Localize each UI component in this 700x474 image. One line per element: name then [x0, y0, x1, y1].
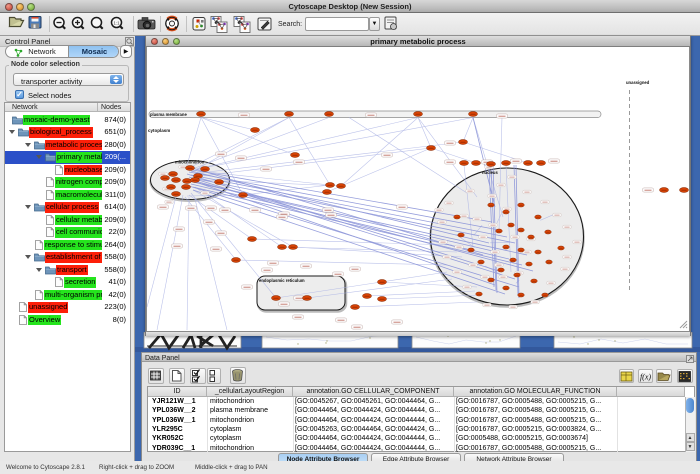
svg-text:nucleus: nucleus [482, 170, 498, 175]
svg-text:f(x): f(x) [640, 373, 651, 382]
svg-text:mitochondrion: mitochondrion [175, 160, 205, 165]
svg-text:plasma membrane: plasma membrane [150, 112, 187, 117]
svg-text:cytoplasm: cytoplasm [148, 128, 170, 133]
svg-text:unassigned: unassigned [626, 80, 650, 85]
svg-text:1:1: 1:1 [114, 20, 121, 25]
svg-text:endoplasmic reticulum: endoplasmic reticulum [259, 278, 305, 283]
